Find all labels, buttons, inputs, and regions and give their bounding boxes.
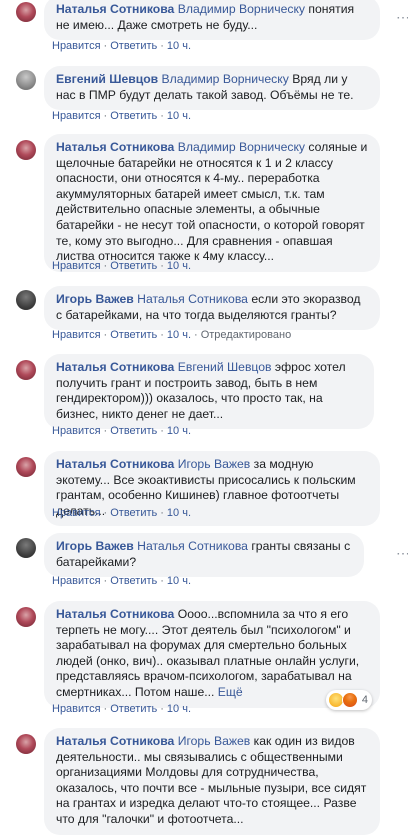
avatar[interactable] xyxy=(16,360,36,380)
comment-actions: Нравится · Ответить · 10 ч. xyxy=(52,425,191,437)
reply-button[interactable]: Ответить xyxy=(110,260,157,272)
comment-time[interactable]: 10 ч. xyxy=(167,703,191,715)
like-button[interactable]: Нравится xyxy=(52,507,101,519)
comment-time[interactable]: 10 ч. xyxy=(167,575,191,587)
like-button[interactable]: Нравится xyxy=(52,703,101,715)
more-options-icon[interactable]: ⋯ xyxy=(396,10,408,24)
comment-author[interactable]: Наталья Сотникова xyxy=(56,734,174,748)
comment-mention[interactable]: Наталья Сотникова xyxy=(137,539,248,553)
comment-mention[interactable]: Игорь Важев xyxy=(178,457,251,471)
reply-button[interactable]: Ответить xyxy=(110,507,157,519)
comment-actions: Нравится · Ответить · 10 ч. xyxy=(52,703,191,715)
comment-bubble: Евгений Шевцов Владимир Ворническу Вряд … xyxy=(44,66,380,111)
reactions-badge[interactable]: 4 xyxy=(325,690,372,710)
comment-author[interactable]: Наталья Сотникова xyxy=(56,607,174,621)
separator: · xyxy=(103,40,108,52)
comment-time[interactable]: 10 ч. xyxy=(167,260,191,272)
separator: · xyxy=(160,425,164,437)
see-more-link[interactable]: Ещё xyxy=(218,685,243,699)
avatar[interactable] xyxy=(16,140,36,160)
comment-text: соляные и щелочные батарейки не относятс… xyxy=(56,140,368,264)
separator: · xyxy=(103,575,108,587)
separator: · xyxy=(103,329,108,341)
comment-actions: Нравится · Ответить · 10 ч. · Отредактировано xyxy=(52,329,291,341)
comment-time[interactable]: 10 ч. xyxy=(167,110,191,122)
comment-actions: Нравится · Ответить · 10 ч. xyxy=(52,110,191,122)
reply-button[interactable]: Ответить xyxy=(110,703,157,715)
reply-button[interactable]: Ответить xyxy=(110,575,157,587)
edited-label[interactable]: Отредактировано xyxy=(201,329,292,341)
separator: · xyxy=(103,260,108,272)
comment-mention[interactable]: Наталья Сотникова xyxy=(137,292,248,306)
comment-author[interactable]: Наталья Сотникова xyxy=(56,140,174,154)
comment-bubble: Наталья Сотникова Евгений Шевцов эфрос х… xyxy=(44,354,374,430)
comment-author[interactable]: Наталья Сотникова xyxy=(56,2,174,16)
like-button[interactable]: Нравится xyxy=(52,260,101,272)
comment-mention[interactable]: Игорь Важев xyxy=(178,734,251,748)
separator: · xyxy=(194,329,198,341)
reply-button[interactable]: Ответить xyxy=(110,40,157,52)
comment-author[interactable]: Игорь Важев xyxy=(56,292,134,306)
reply-button[interactable]: Ответить xyxy=(110,329,157,341)
comment-time[interactable]: 10 ч. xyxy=(167,329,191,341)
separator: · xyxy=(103,425,108,437)
separator: · xyxy=(103,110,108,122)
avatar[interactable] xyxy=(16,538,36,558)
avatar[interactable] xyxy=(16,290,36,310)
avatar[interactable] xyxy=(16,70,36,90)
like-button[interactable]: Нравится xyxy=(52,575,101,587)
comment-actions: Нравится · Ответить · 10 ч. xyxy=(52,575,191,587)
separator: · xyxy=(160,40,164,52)
comment-bubble: Наталья Сотникова Владимир Ворническу по… xyxy=(44,0,380,41)
avatar[interactable] xyxy=(16,457,36,477)
reply-button[interactable]: Ответить xyxy=(110,425,157,437)
comment-bubble: Наталья Сотникова Владимир Ворническу со… xyxy=(44,134,380,272)
separator: · xyxy=(160,703,164,715)
comment-bubble: Игорь Важев Наталья Сотникова гранты свя… xyxy=(44,533,364,578)
separator: · xyxy=(160,507,164,519)
separator: · xyxy=(103,703,108,715)
comment-mention[interactable]: Владимир Ворническу xyxy=(178,2,305,16)
separator: · xyxy=(160,110,164,122)
comment-bubble: Наталья Сотникова Игорь Важев как один и… xyxy=(44,728,380,835)
more-options-icon[interactable]: ⋯ xyxy=(396,546,408,560)
comment-mention[interactable]: Владимир Ворническу xyxy=(162,72,289,86)
like-button[interactable]: Нравится xyxy=(52,329,101,341)
comment-author[interactable]: Евгений Шевцов xyxy=(56,72,158,86)
comment-mention[interactable]: Евгений Шевцов xyxy=(178,360,272,374)
comment-time[interactable]: 10 ч. xyxy=(167,40,191,52)
comment-author[interactable]: Наталья Сотникова xyxy=(56,457,174,471)
like-button[interactable]: Нравится xyxy=(52,425,101,437)
separator: · xyxy=(103,507,108,519)
reaction-count: 4 xyxy=(361,694,368,706)
like-button[interactable]: Нравится xyxy=(52,40,101,52)
comment-author[interactable]: Наталья Сотникова xyxy=(56,360,174,374)
separator: · xyxy=(160,329,164,341)
comment-mention[interactable]: Владимир Ворническу xyxy=(178,140,305,154)
avatar[interactable] xyxy=(16,2,36,22)
reply-button[interactable]: Ответить xyxy=(110,110,157,122)
comment-bubble: Игорь Важев Наталья Сотникова если это э… xyxy=(44,286,380,331)
comment-author[interactable]: Игорь Важев xyxy=(56,539,134,553)
avatar[interactable] xyxy=(16,734,36,754)
separator: · xyxy=(160,260,164,272)
like-button[interactable]: Нравится xyxy=(52,110,101,122)
comment-time[interactable]: 10 ч. xyxy=(167,425,191,437)
comment-time[interactable]: 10 ч. xyxy=(167,507,191,519)
comment-actions: Нравится · Ответить · 10 ч. xyxy=(52,507,191,519)
comment-actions: Нравится · Ответить · 10 ч. xyxy=(52,260,191,272)
separator: · xyxy=(160,575,164,587)
avatar[interactable] xyxy=(16,607,36,627)
angry-reaction-icon xyxy=(341,692,358,708)
comment-actions: Нравится · Ответить · 10 ч. xyxy=(52,40,191,52)
